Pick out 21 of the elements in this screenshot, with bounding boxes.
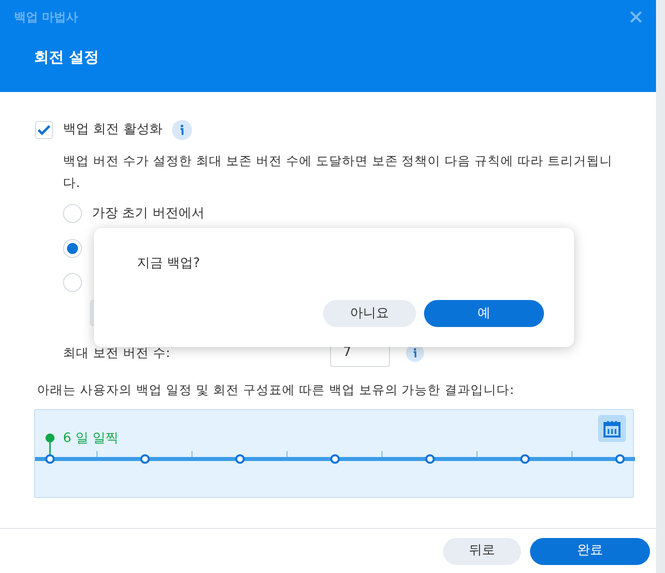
timeline-label: 6 일 일찍	[63, 430, 119, 448]
field-label: 최대 보전 버전 수:	[63, 344, 172, 362]
button[interactable]: 예	[424, 300, 544, 327]
result-text: 아래는 사용자의 백업 일정 및 회전 구성표에 따른 백업 보유의 가능한 결과입니다:	[37, 380, 515, 398]
info-icon[interactable]	[172, 120, 192, 140]
checkbox[interactable]	[35, 121, 53, 139]
radio-button[interactable]	[63, 204, 82, 224]
calendar-icon	[603, 420, 621, 438]
page-title: 회전 설정	[34, 47, 100, 68]
calendar-button[interactable]	[598, 415, 626, 442]
button[interactable]: 뒤로	[443, 538, 521, 564]
button[interactable]: 완료	[530, 538, 650, 564]
checkbox-label: 백업 회전 활성화	[63, 121, 162, 140]
button[interactable]: 아니요	[323, 300, 416, 327]
dialog-message: 지금 백업?	[137, 255, 202, 273]
marker-icon	[45, 433, 55, 445]
window-title: 백업 마법사	[14, 9, 78, 26]
radio-button[interactable]	[63, 272, 82, 292]
radio-label: 가장 초기 버전에서	[92, 205, 204, 223]
description-text: 백업 버전 수가 설정한 최대 보존 버전 수에 도달하면 보존 정책이 다음 규칙에 따라 트리거됩니다.	[63, 152, 614, 192]
radio-button[interactable]	[63, 238, 82, 258]
